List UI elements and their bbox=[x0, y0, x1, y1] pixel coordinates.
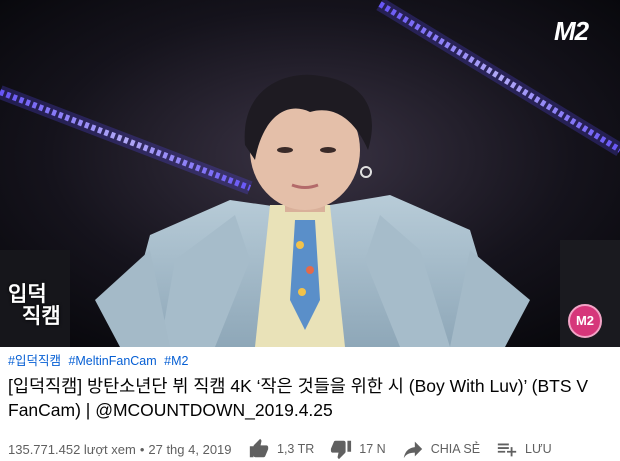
video-title: [입덕직캠] 방탄소년단 뷔 직캠 4K ‘작은 것들을 위한 시 (Boy W… bbox=[8, 376, 589, 420]
like-count: 1,3 TR bbox=[277, 442, 315, 456]
thumbs-down-icon bbox=[331, 440, 352, 460]
channel-logo: M2 bbox=[536, 12, 606, 62]
overlay-label-line1: 입덕 bbox=[8, 282, 47, 306]
view-count: 135.771.452 lượt xem bbox=[8, 441, 136, 457]
channel-badge-text: M2 bbox=[575, 313, 595, 328]
action-bar: 1,3 TR 17 N CHIA SẺ LƯU bbox=[248, 437, 568, 461]
channel-logo-text: M2 bbox=[553, 16, 589, 46]
hashtag-list: #입덕직캠 #MeltinFanCam #M2 bbox=[8, 352, 612, 370]
fancam-overlay-label: 입덕 직캠 bbox=[8, 283, 92, 327]
dislike-count: 17 N bbox=[359, 442, 386, 456]
save-label: LƯU bbox=[525, 442, 552, 456]
video-player[interactable]: M2 입덕 직캠 M2 bbox=[0, 0, 620, 347]
like-button[interactable]: 1,3 TR bbox=[248, 438, 314, 460]
video-meta-row: 135.771.452 lượt xem • 27 thg 4, 2019 1,… bbox=[8, 437, 612, 461]
hashtag-link[interactable]: #M2 bbox=[164, 354, 188, 368]
share-icon bbox=[403, 441, 422, 459]
hashtag-link[interactable]: #MeltinFanCam bbox=[68, 354, 156, 368]
playlist-add-icon bbox=[497, 443, 517, 457]
video-frame bbox=[0, 0, 620, 347]
channel-badge: M2 bbox=[568, 304, 602, 338]
overlay-label-line2: 직캠 bbox=[22, 304, 61, 329]
share-label: CHIA SẺ bbox=[430, 442, 481, 456]
hashtag-link[interactable]: #입덕직캠 bbox=[8, 354, 61, 368]
video-info: #입덕직캠 #MeltinFanCam #M2 [입덕직캠] 방탄소년단 뷔 직… bbox=[8, 352, 612, 422]
upload-date: 27 thg 4, 2019 bbox=[148, 441, 232, 457]
dislike-button[interactable]: 17 N bbox=[330, 438, 386, 460]
share-button[interactable]: CHIA SẺ bbox=[402, 438, 480, 460]
save-button[interactable]: LƯU bbox=[496, 438, 552, 460]
meta-separator: • bbox=[139, 441, 145, 457]
thumbs-up-icon bbox=[249, 438, 269, 458]
